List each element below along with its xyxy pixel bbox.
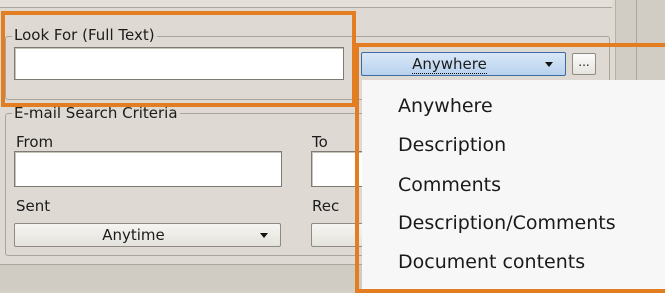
search-scope-value: Anywhere (412, 55, 487, 74)
from-input[interactable] (14, 151, 282, 187)
sent-date-combo[interactable]: Anytime (14, 223, 281, 247)
email-criteria-legend: E-mail Search Criteria (12, 104, 180, 122)
more-options-label: ... (578, 55, 590, 69)
more-options-button[interactable]: ... (572, 53, 596, 75)
from-label: From (16, 133, 54, 151)
received-label: Rec (312, 197, 340, 215)
dropdown-option-description[interactable]: Description (398, 133, 506, 157)
search-scope-combo[interactable]: Anywhere (361, 52, 566, 76)
dropdown-option-document-contents[interactable]: Document contents (398, 250, 585, 274)
full-text-legend: Look For (Full Text) (12, 26, 157, 44)
chevron-down-icon (260, 233, 268, 238)
dropdown-option-description-comments[interactable]: Description/Comments (398, 211, 616, 235)
sent-date-value: Anytime (102, 226, 165, 244)
search-scope-dropdown-list: Anywhere Description Comments Descriptio… (362, 80, 665, 290)
to-label: To (312, 133, 328, 151)
full-text-query-input[interactable] (14, 47, 344, 80)
top-divider (0, 0, 612, 8)
sent-label: Sent (16, 197, 51, 215)
dropdown-option-comments[interactable]: Comments (398, 173, 501, 197)
dropdown-option-anywhere[interactable]: Anywhere (398, 94, 493, 118)
chevron-down-icon (545, 62, 553, 67)
